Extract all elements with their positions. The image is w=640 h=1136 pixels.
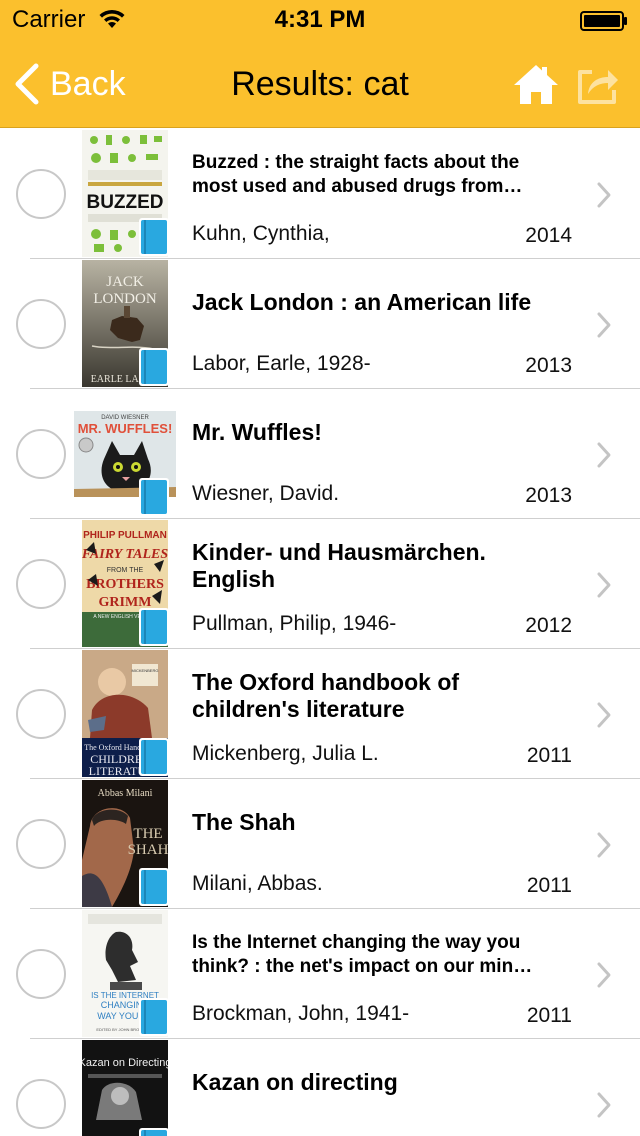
result-author: Wiesner, David.	[192, 482, 340, 505]
result-title: The Oxford handbook of children's litera…	[192, 669, 460, 722]
cover-title: MR. WUFFLES!	[78, 421, 173, 436]
chevron-right-icon	[597, 832, 611, 858]
result-title: Jack London : an American life	[192, 289, 532, 315]
svg-text:FROM THE: FROM THE	[107, 567, 144, 574]
result-row[interactable]: Abbas Milani THE SHAH The Shah Milani, A…	[0, 779, 640, 909]
svg-text:BROTHERS: BROTHERS	[86, 577, 164, 592]
result-author: Mickenberg, Julia L.	[192, 742, 379, 765]
chevron-right-icon	[597, 312, 611, 338]
chevron-right-icon	[597, 702, 611, 728]
result-title: Buzzed : the straight facts about the mo…	[192, 152, 523, 197]
chevron-right-icon	[597, 182, 611, 208]
result-title: Kinder- und Hausmärchen. English	[192, 539, 486, 592]
svg-text:MICKENBERG: MICKENBERG	[132, 668, 159, 673]
book-cover: Kazan on Directing	[82, 1040, 168, 1136]
status-bar: Carrier 4:31 PM	[0, 0, 640, 40]
chevron-right-icon	[597, 962, 611, 988]
cover-title: BUZZED	[86, 192, 163, 213]
select-checkbox[interactable]	[16, 559, 66, 609]
result-author: Brockman, John, 1941-	[192, 1002, 410, 1025]
select-checkbox[interactable]	[16, 429, 66, 479]
cover-caption: Abbas Milani	[98, 788, 153, 799]
ebook-icon	[139, 738, 169, 776]
result-row[interactable]: PHILIP PULLMAN FAIRY TALES FROM THE BROT…	[0, 519, 640, 649]
back-label: Back	[50, 65, 126, 103]
chevron-right-icon	[597, 572, 611, 598]
cover-title: Kazan on Directing	[82, 1057, 168, 1069]
select-checkbox[interactable]	[16, 169, 66, 219]
result-row[interactable]: IS THE INTERNET CHANGING WAY YOU TH EDIT…	[0, 909, 640, 1039]
select-checkbox[interactable]	[16, 819, 66, 869]
result-row[interactable]: MICKENBERG The Oxford Handbook of CHILDR…	[0, 649, 640, 779]
result-row[interactable]: DAVID WIESNER MR. WUFFLES! Mr. Wuffles! …	[0, 389, 640, 519]
result-year: 2011	[526, 874, 572, 897]
result-author: Milani, Abbas.	[192, 872, 323, 895]
result-title: Is the Internet changing the way you thi…	[192, 932, 533, 977]
svg-text:SHAH: SHAH	[128, 842, 168, 858]
result-row[interactable]: Kazan on Directing Kazan on directing	[0, 1039, 640, 1136]
battery-icon	[580, 11, 627, 31]
svg-text:JACK: JACK	[106, 274, 144, 290]
result-title: Kazan on directing	[192, 1069, 398, 1095]
ebook-icon	[139, 998, 169, 1036]
chevron-left-icon	[15, 63, 39, 105]
ebook-icon	[139, 348, 169, 386]
chevron-right-icon	[597, 442, 611, 468]
select-checkbox[interactable]	[16, 299, 66, 349]
chevron-right-icon	[597, 1092, 611, 1118]
result-year: 2014	[525, 224, 572, 247]
result-title: The Shah	[192, 809, 296, 835]
share-icon[interactable]	[574, 60, 622, 108]
results-list: BUZZED Buzzed : the straight facts about…	[0, 129, 640, 1136]
cover-caption: PHILIP PULLMAN	[83, 530, 167, 541]
result-year: 2011	[526, 1004, 572, 1027]
navigation-bar: Back Results: cat	[0, 40, 640, 128]
ebook-icon	[139, 1128, 169, 1136]
result-year: 2011	[526, 744, 572, 767]
select-checkbox[interactable]	[16, 949, 66, 999]
status-time: 4:31 PM	[274, 6, 366, 33]
select-checkbox[interactable]	[16, 689, 66, 739]
ebook-icon	[139, 478, 169, 516]
svg-text:LONDON: LONDON	[93, 291, 156, 307]
page-title: Results: cat	[231, 65, 409, 103]
back-button[interactable]: Back	[12, 58, 126, 110]
app-header: Carrier 4:31 PM Back Results: cat	[0, 0, 640, 128]
result-year: 2012	[525, 614, 572, 637]
result-year: 2013	[525, 484, 572, 507]
ebook-icon	[139, 218, 169, 256]
result-row[interactable]: BUZZED Buzzed : the straight facts about…	[0, 129, 640, 259]
result-year: 2013	[525, 354, 572, 377]
ebook-icon	[139, 608, 169, 646]
home-icon[interactable]	[512, 60, 560, 108]
select-checkbox[interactable]	[16, 1079, 66, 1129]
ebook-icon	[139, 868, 169, 906]
svg-text:THE: THE	[133, 826, 162, 842]
result-row[interactable]: JACK LONDON EARLE LABOR Jack London : an…	[0, 259, 640, 389]
result-author: Pullman, Philip, 1946-	[192, 612, 397, 635]
result-title: Mr. Wuffles!	[192, 419, 322, 445]
result-author: Labor, Earle, 1928-	[192, 352, 371, 375]
result-author: Kuhn, Cynthia,	[192, 222, 330, 245]
